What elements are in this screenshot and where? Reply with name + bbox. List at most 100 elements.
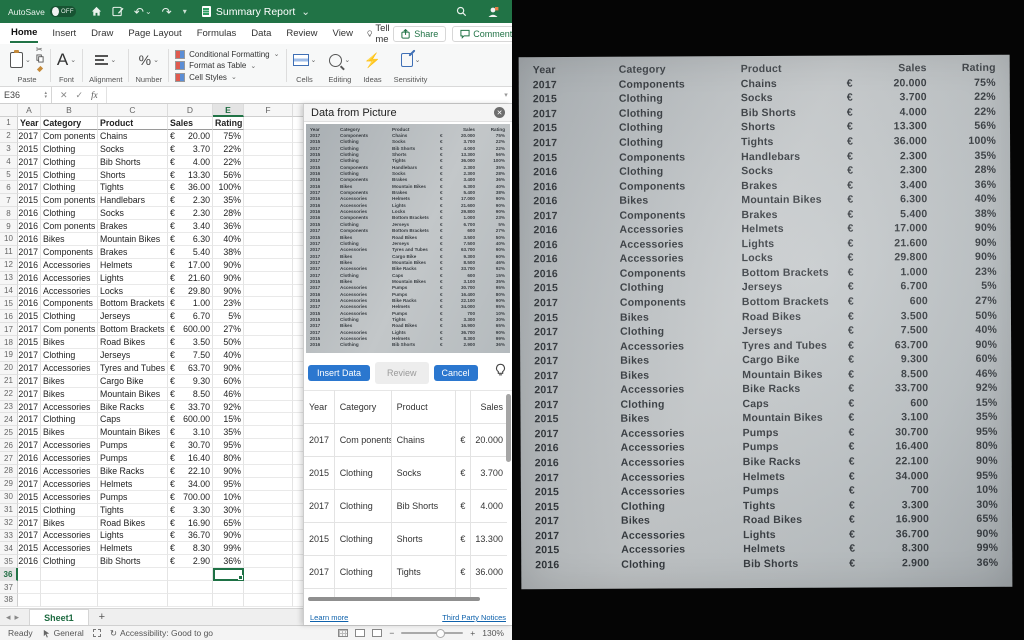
preview-cell[interactable]: € bbox=[456, 589, 471, 597]
cell[interactable] bbox=[244, 530, 293, 543]
cell[interactable]: €3.70 bbox=[168, 143, 213, 156]
cell[interactable]: 35% bbox=[213, 426, 244, 439]
row-header-14[interactable]: 14 bbox=[0, 285, 18, 298]
cell[interactable] bbox=[168, 594, 213, 607]
cell[interactable]: 90% bbox=[213, 285, 244, 298]
row-header-32[interactable]: 32 bbox=[0, 517, 18, 530]
cell[interactable]: €5.40 bbox=[168, 246, 213, 259]
preview-cell[interactable]: 2017 bbox=[304, 556, 335, 588]
preview-cell[interactable]: € bbox=[456, 457, 471, 489]
cell[interactable]: 99% bbox=[213, 542, 244, 555]
cell[interactable]: 2016 bbox=[18, 297, 41, 310]
row-header-30[interactable]: 30 bbox=[0, 491, 18, 504]
save-icon[interactable] bbox=[112, 6, 124, 17]
cell[interactable] bbox=[98, 581, 168, 594]
cell[interactable]: 2015 bbox=[18, 336, 41, 349]
row-header-13[interactable]: 13 bbox=[0, 272, 18, 285]
cell[interactable] bbox=[168, 581, 213, 594]
next-sheet-icon[interactable]: ▸ bbox=[15, 612, 24, 622]
cell[interactable]: 15% bbox=[213, 413, 244, 426]
cell[interactable]: 2015 bbox=[18, 491, 41, 504]
sheet-nav-arrows[interactable]: ◂▸ bbox=[0, 612, 29, 623]
cell[interactable]: Accessories bbox=[41, 530, 98, 543]
cell[interactable]: 65% bbox=[213, 517, 244, 530]
preview-cell[interactable]: 20.000 bbox=[471, 424, 507, 456]
row-header-8[interactable]: 8 bbox=[0, 207, 18, 220]
formula-cancel-icon[interactable]: ✕ bbox=[60, 90, 68, 101]
cell[interactable]: 2017 bbox=[18, 349, 41, 362]
cell[interactable]: Accessories bbox=[41, 491, 98, 504]
row-header-33[interactable]: 33 bbox=[0, 530, 18, 543]
cell[interactable]: Cargo Bike bbox=[98, 375, 168, 388]
preview-cell[interactable]: Bib Shorts bbox=[392, 490, 456, 522]
cell[interactable]: 2016 bbox=[18, 272, 41, 285]
cell[interactable]: 2017 bbox=[18, 439, 41, 452]
cell[interactable]: Brakes bbox=[98, 220, 168, 233]
cell[interactable]: Accessories bbox=[41, 542, 98, 555]
cell[interactable]: 95% bbox=[213, 439, 244, 452]
cell[interactable]: Accessories bbox=[41, 272, 98, 285]
cell[interactable] bbox=[244, 246, 293, 259]
preview-row[interactable]: 2015ClothingShorts€13.30056% bbox=[304, 523, 507, 556]
cell[interactable]: Brakes bbox=[98, 246, 168, 259]
cell[interactable]: €600.00 bbox=[168, 323, 213, 336]
preview-cell[interactable]: Clothing bbox=[335, 490, 392, 522]
normal-view-button[interactable] bbox=[338, 629, 348, 637]
cell[interactable] bbox=[244, 517, 293, 530]
cell[interactable]: Accessories bbox=[41, 465, 98, 478]
cell[interactable]: Clothing bbox=[41, 504, 98, 517]
third-party-notices-link[interactable]: Third Party Notices bbox=[442, 613, 506, 622]
cell[interactable]: €4.00 bbox=[168, 156, 213, 169]
row-header-26[interactable]: 26 bbox=[0, 439, 18, 452]
preview-cell[interactable]: Com ponents bbox=[335, 424, 392, 456]
cell[interactable]: Components bbox=[41, 297, 98, 310]
cell[interactable]: Chains bbox=[98, 130, 168, 143]
preview-cell[interactable]: 2015 bbox=[304, 523, 335, 555]
row-header-34[interactable]: 34 bbox=[0, 542, 18, 555]
preview-cell[interactable]: 2017 bbox=[304, 424, 335, 456]
row-header-29[interactable]: 29 bbox=[0, 478, 18, 491]
prev-sheet-icon[interactable]: ◂ bbox=[6, 612, 15, 622]
cell[interactable]: Clothing bbox=[41, 169, 98, 182]
row-header-37[interactable]: 37 bbox=[0, 581, 18, 594]
cell[interactable]: 2015 bbox=[18, 194, 41, 207]
insert-function-icon[interactable]: fx bbox=[91, 90, 98, 100]
cut-icon[interactable]: ✂ bbox=[36, 46, 44, 54]
cell[interactable]: 90% bbox=[213, 530, 244, 543]
row-header-7[interactable]: 7 bbox=[0, 194, 18, 207]
cell[interactable]: Pumps bbox=[98, 491, 168, 504]
cell[interactable]: Components bbox=[41, 246, 98, 259]
row-header-4[interactable]: 4 bbox=[0, 156, 18, 169]
cell[interactable]: 28% bbox=[213, 207, 244, 220]
cell[interactable]: Tights bbox=[98, 504, 168, 517]
cell[interactable]: €21.60 bbox=[168, 272, 213, 285]
column-header-F[interactable]: F bbox=[244, 104, 293, 117]
cell[interactable]: Product bbox=[98, 117, 168, 130]
cell[interactable] bbox=[244, 426, 293, 439]
cell[interactable]: 36% bbox=[213, 220, 244, 233]
page-layout-view-button[interactable] bbox=[355, 629, 365, 637]
row-header-10[interactable]: 10 bbox=[0, 233, 18, 246]
cell[interactable]: Pumps bbox=[98, 452, 168, 465]
preview-cell[interactable]: Clothing bbox=[335, 556, 392, 588]
cell[interactable] bbox=[244, 504, 293, 517]
general-mode-indicator[interactable]: General bbox=[42, 628, 84, 638]
cell[interactable] bbox=[244, 413, 293, 426]
cell[interactable]: Road Bikes bbox=[98, 336, 168, 349]
row-header-23[interactable]: 23 bbox=[0, 401, 18, 414]
cell[interactable]: 2015 bbox=[18, 310, 41, 323]
preview-vertical-scrollbar[interactable] bbox=[506, 394, 511, 462]
cell[interactable]: €7.50 bbox=[168, 349, 213, 362]
preview-cell[interactable]: Handlebars bbox=[392, 589, 456, 597]
cell[interactable]: 40% bbox=[213, 349, 244, 362]
cell[interactable]: Caps bbox=[98, 413, 168, 426]
cell[interactable]: 2017 bbox=[18, 388, 41, 401]
preview-cell[interactable]: € bbox=[456, 523, 471, 555]
cell[interactable]: Clothing bbox=[41, 207, 98, 220]
column-header-D[interactable]: D bbox=[168, 104, 213, 117]
font-group[interactable]: A ⌄ Font bbox=[51, 46, 82, 85]
preview-cell[interactable]: € bbox=[456, 490, 471, 522]
editing-group[interactable]: ⌄ Editing bbox=[322, 46, 357, 85]
column-header-C[interactable]: C bbox=[98, 104, 168, 117]
row-header-19[interactable]: 19 bbox=[0, 349, 18, 362]
